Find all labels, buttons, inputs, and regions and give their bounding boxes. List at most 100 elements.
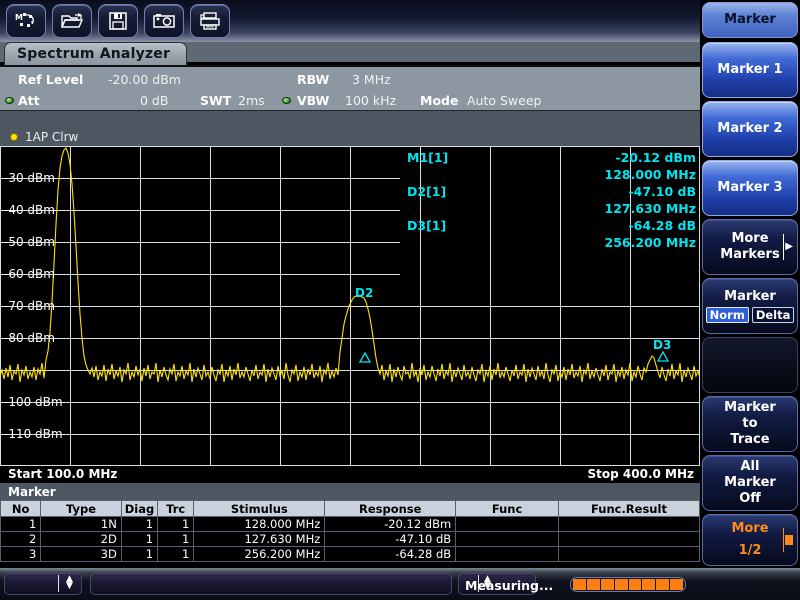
softkey-empty-slot — [702, 337, 798, 393]
marker-mode-toggle[interactable]: Norm Delta — [705, 307, 795, 323]
y-axis-label: -50 dBm — [4, 235, 55, 249]
toggle-option-delta[interactable]: Delta — [751, 307, 795, 323]
softkey-more-line2: 1/2 — [738, 543, 762, 558]
mode-label: Mode — [420, 92, 459, 108]
cell-func — [455, 546, 559, 562]
vbw-value: 100 kHz — [345, 92, 397, 108]
softkey-more-1-2[interactable]: More 1/2 ▶ — [702, 514, 798, 566]
start-frequency-label[interactable]: Start 100.0 MHz — [8, 467, 117, 481]
ref-level-field[interactable]: Ref Level — [18, 68, 83, 90]
progress-bar — [570, 577, 686, 592]
cell-type: 3D — [40, 546, 122, 562]
y-axis-label: -80 dBm — [4, 331, 55, 345]
softkey-marker-2[interactable]: Marker 2 — [702, 101, 798, 157]
frequency-axis-footer: Start 100.0 MHz Stop 400.0 MHz — [0, 466, 700, 483]
cell-trc: 1 — [157, 531, 195, 547]
marker-info-d2-level: -47.10 dB — [628, 184, 696, 199]
softkey-all-marker-off-line3: Off — [739, 491, 761, 506]
table-row[interactable]: 3 3D 1 1 256.200 MHz -64.28 dB — [0, 546, 701, 562]
trace-info-bar[interactable]: 1AP Clrw — [0, 128, 700, 146]
table-row[interactable]: 1 1N 1 1 128.000 MHz -20.12 dBm — [0, 516, 701, 532]
progress-segment — [614, 579, 628, 590]
print-icon[interactable] — [190, 4, 230, 38]
att-label: Att — [18, 92, 40, 108]
softkey-marker-3[interactable]: Marker 3 — [702, 160, 798, 216]
up-down-arrows-icon[interactable]: ▲ ▼ — [66, 575, 73, 591]
mode-label-wrap: Mode — [420, 89, 458, 111]
cell-func-result — [557, 531, 701, 547]
softkey-marker-norm-delta[interactable]: Marker Norm Delta — [702, 278, 798, 334]
softkey-marker-mode-title: Marker — [724, 289, 776, 304]
status-field-message[interactable] — [90, 573, 452, 595]
cell-type: 1N — [40, 516, 122, 532]
swt-value: 2ms — [238, 92, 265, 108]
swt-value-wrap[interactable]: 2ms — [238, 89, 265, 111]
marker-info-m1-level: -20.12 dBm — [615, 150, 696, 165]
cell-func-result — [557, 546, 701, 562]
cell-diag: 1 — [120, 516, 159, 532]
rbw-label-wrap: RBW — [297, 68, 329, 90]
column-header-no: No — [0, 500, 42, 517]
stop-frequency-label[interactable]: Stop 400.0 MHz — [588, 467, 695, 481]
cell-response: -20.12 dBm — [324, 516, 457, 532]
softkey-marker-to-trace-line2: to — [742, 416, 758, 431]
softkey-marker-3-label: Marker 3 — [717, 180, 783, 195]
settings-header: Ref Level -20.00 dBm RBW 3 MHz Att 0 dB … — [0, 65, 700, 110]
marker-info-d3-level: -64.28 dB — [628, 218, 696, 233]
softkey-marker-1[interactable]: Marker 1 — [702, 42, 798, 98]
marker-table-title-label: Marker — [8, 484, 56, 499]
cell-response: -64.28 dB — [324, 546, 457, 562]
header-separator — [0, 110, 700, 128]
screenshot-camera-icon[interactable] — [144, 4, 184, 38]
softkey-marker-to-trace-line3: Trace — [730, 432, 770, 447]
swt-label: SWT — [200, 92, 232, 108]
att-field[interactable]: Att — [18, 89, 40, 111]
table-header-row: No Type Diag Trc Stimulus Response Func … — [0, 500, 701, 517]
toggle-option-norm[interactable]: Norm — [705, 307, 749, 323]
softkey-more-line1: More — [731, 521, 769, 536]
rbw-value: 3 MHz — [352, 71, 391, 87]
marker-table[interactable]: No Type Diag Trc Stimulus Response Func … — [0, 500, 701, 562]
cell-type: 2D — [40, 531, 122, 547]
softkey-menu-title: Marker — [702, 2, 798, 38]
y-axis-label: -110 dBm — [4, 427, 63, 441]
cell-diag: 1 — [120, 546, 159, 562]
softkey-marker-to-trace-line1: Marker — [724, 400, 776, 415]
column-header-type: Type — [40, 500, 122, 517]
softkey-all-marker-off[interactable]: All Marker Off — [702, 455, 798, 511]
ref-level-value: -20.00 dBm — [108, 71, 181, 87]
diagram-marker-d3-label: D3 — [653, 338, 672, 352]
tab-label: Spectrum Analyzer — [17, 46, 171, 62]
mode-measurement-icon[interactable]: M — [6, 4, 46, 38]
y-axis-label: -100 dBm — [4, 395, 63, 409]
save-floppy-icon[interactable] — [98, 4, 138, 38]
marker-info-d2-name: D2[1] — [407, 184, 447, 199]
rbw-label: RBW — [297, 71, 330, 87]
marker-info-m1-name: M1[1] — [407, 150, 449, 165]
open-folder-icon[interactable] — [52, 4, 92, 38]
rbw-value-wrap[interactable]: 3 MHz — [352, 68, 391, 90]
marker-table-title: Marker — [0, 483, 700, 500]
mode-value-wrap[interactable]: Auto Sweep — [467, 89, 541, 111]
cell-stimulus: 256.200 MHz — [193, 546, 326, 562]
swt-label-wrap: SWT — [200, 89, 231, 111]
progress-segment — [628, 579, 642, 590]
softkey-marker-to-trace[interactable]: Marker to Trace — [702, 396, 798, 452]
marker-info-d3-name: D3[1] — [407, 218, 447, 233]
vbw-value-wrap[interactable]: 100 kHz — [345, 89, 396, 111]
marker-info-d3-freq: 256.200 MHz — [604, 235, 696, 250]
tab-spectrum-analyzer[interactable]: Spectrum Analyzer — [4, 42, 188, 65]
diagram-marker-d3-icon — [656, 350, 670, 362]
column-header-func-result: Func.Result — [557, 500, 701, 517]
ref-level-value-wrap: -20.00 dBm — [108, 68, 181, 90]
cell-stimulus: 128.000 MHz — [193, 516, 326, 532]
svg-text:M: M — [15, 13, 23, 22]
softkey-more-markers[interactable]: More Markers ▶ — [702, 219, 798, 275]
softkey-panel: Marker Marker 1 Marker 2 Marker 3 More M… — [700, 0, 800, 568]
cell-no: 2 — [0, 531, 42, 547]
spinner-divider — [58, 575, 59, 592]
table-row[interactable]: 2 2D 1 1 127.630 MHz -47.10 dB — [0, 531, 701, 547]
vbw-label: VBW — [297, 92, 330, 108]
softkey-all-marker-off-line2: Marker — [724, 475, 776, 490]
spectrum-diagram[interactable]: -30 dBm -40 dBm -50 dBm -60 dBm -70 dBm … — [0, 146, 700, 466]
